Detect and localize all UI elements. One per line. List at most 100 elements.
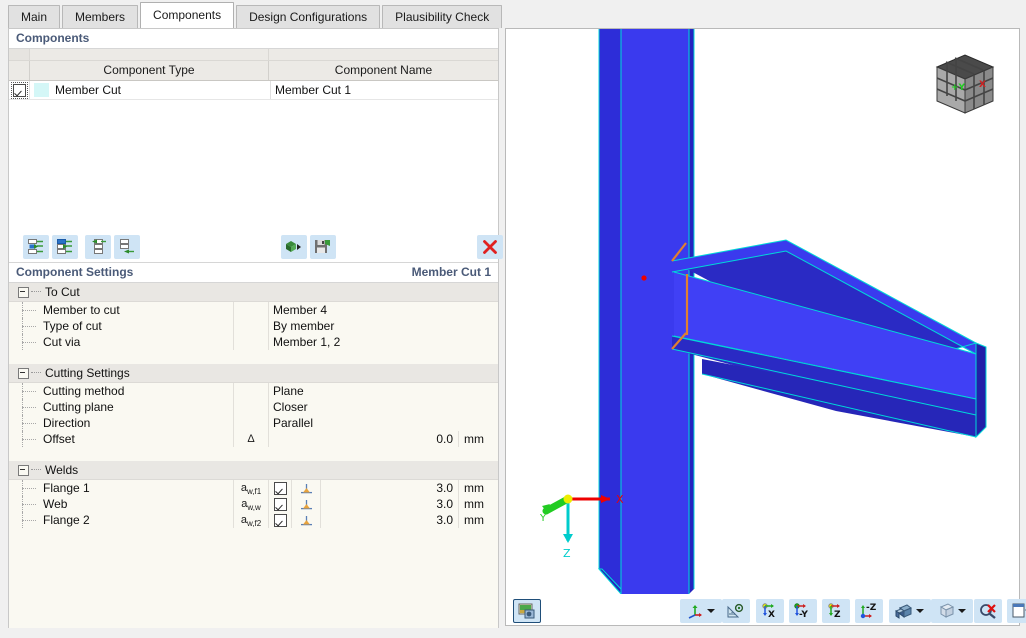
row-cutting-plane[interactable]: Cutting plane Closer [9,399,498,415]
row-value[interactable]: 3.0 [321,496,459,512]
delete-component-icon[interactable] [477,235,503,259]
row-unit: mm [464,513,484,527]
row-value[interactable]: 3.0 [321,480,459,496]
row-check-cell[interactable] [9,81,30,99]
row-label: Web [43,497,68,511]
tree-line [9,302,43,318]
table-header-component-type[interactable]: Component Type [30,61,269,80]
duplicate-component-icon[interactable] [52,235,78,259]
components-panel: Components Component Type Component Name [8,28,503,632]
row-type-of-cut[interactable]: Type of cut By member [9,318,498,334]
row-symbol: aw,f2 [233,512,269,528]
row-member-to-cut[interactable]: Member to cut Member 4 [9,302,498,318]
tree-dots [31,372,41,374]
row-component-name-cell[interactable]: Member Cut 1 [271,81,498,99]
row-checkbox[interactable] [10,81,28,99]
weld-checkbox[interactable] [273,513,287,527]
row-checkbox-cell[interactable] [269,480,292,496]
svg-text:X: X [768,610,775,619]
move-up-icon[interactable] [85,235,111,259]
group-bar-name-col [269,49,498,60]
image-capture-icon[interactable] [513,599,541,623]
row-label: Cut via [43,335,81,349]
row-direction[interactable]: Direction Parallel [9,415,498,431]
chevron-down-icon[interactable] [706,609,715,613]
view-z-icon[interactable]: Z [822,599,850,623]
table-header-component-name[interactable]: Component Name [269,61,498,80]
row-value[interactable]: 3.0 [321,512,459,528]
tab-main[interactable]: Main [8,5,61,28]
view-minus-y-icon[interactable]: -Y [789,599,817,623]
section-spacer [9,350,498,364]
new-component-icon[interactable] [23,235,49,259]
measure-icon[interactable] [722,599,750,623]
row-web[interactable]: Web aw,w 3.0 mm [9,496,498,512]
axis-display-icon[interactable] [680,599,722,623]
section-cutting-settings[interactable]: Cutting Settings [9,364,498,383]
navigation-cube[interactable]: +Y X [929,47,1001,119]
row-offset[interactable]: Offset Δ 0.0 mm [9,431,498,447]
component-settings-panel: Component Settings Member Cut 1 To Cut M… [9,262,498,631]
chevron-down-icon[interactable] [957,609,966,613]
row-label: Cutting plane [43,400,114,414]
row-component-type-text: Member Cut [55,83,122,97]
row-flange-1[interactable]: Flange 1 aw,f1 3.0 mm [9,480,498,496]
components-panel-title-text: Components [16,31,90,45]
tab-design-configurations[interactable]: Design Configurations [236,5,381,28]
collapse-icon[interactable] [18,286,29,298]
axis-x-label: X [616,493,624,506]
weld-checkbox[interactable] [273,497,287,511]
row-value[interactable]: Member 4 [269,302,498,318]
component-settings-title-text: Component Settings [16,265,134,279]
row-value[interactable]: Plane [269,383,498,399]
row-cutting-method[interactable]: Cutting method Plane [9,383,498,399]
weld-symbol-icon [292,480,321,496]
view-x-icon[interactable]: X [756,599,784,623]
nav-cube-front-label: +Y [951,83,966,93]
status-bar [0,628,1026,638]
row-unit: mm [464,481,484,495]
chevron-down-icon[interactable] [915,609,924,613]
row-unit: mm [464,432,484,446]
row-flange-2[interactable]: Flange 2 aw,f2 3.0 mm [9,512,498,528]
component-settings-title: Component Settings Member Cut 1 [9,263,498,283]
tab-members[interactable]: Members [62,5,139,28]
tab-components[interactable]: Components [140,2,235,28]
section-to-cut-label: To Cut [45,285,80,299]
zoom-reset-icon[interactable] [974,599,1002,623]
weld-checkbox[interactable] [273,481,287,495]
row-component-type-cell[interactable]: Member Cut [30,81,271,99]
row-symbol: aw,w [233,496,269,512]
row-checkbox-cell[interactable] [269,512,292,528]
tree-line [9,512,43,528]
axis-z-label: Z [563,547,571,560]
row-symbol: aw,f1 [233,480,269,496]
row-symbol [233,399,269,415]
view-minus-z-icon[interactable]: -Z [855,599,883,623]
table-row[interactable]: Member Cut Member Cut 1 [9,81,498,100]
import-component-icon[interactable] [281,235,307,259]
section-welds[interactable]: Welds [9,461,498,480]
row-cut-via[interactable]: Cut via Member 1, 2 [9,334,498,350]
save-component-icon[interactable] [310,235,336,259]
rfem-connection-dialog: Main Members Components Design Configura… [0,0,1026,638]
panel-toggle-icon[interactable] [1007,599,1026,623]
row-label: Flange 1 [43,481,90,495]
row-value[interactable]: Member 1, 2 [269,334,498,350]
row-value[interactable]: 0.0 [269,431,459,447]
section-to-cut[interactable]: To Cut [9,283,498,302]
row-value[interactable]: Parallel [269,415,498,431]
3d-viewport[interactable]: +Y X X Y Z [505,28,1020,597]
row-checkbox-cell[interactable] [269,496,292,512]
tab-plausibility-check[interactable]: Plausibility Check [382,5,503,28]
row-value[interactable]: By member [269,318,498,334]
wireframe-icon[interactable] [931,599,973,623]
tree-line [9,334,43,350]
move-down-icon[interactable] [114,235,140,259]
row-value[interactable]: Closer [269,399,498,415]
collapse-icon[interactable] [18,464,29,476]
weld-symbol-icon [292,496,321,512]
components-table: Component Type Component Name Member Cut… [9,49,498,231]
render-mode-icon[interactable] [889,599,931,623]
collapse-icon[interactable] [18,367,29,379]
